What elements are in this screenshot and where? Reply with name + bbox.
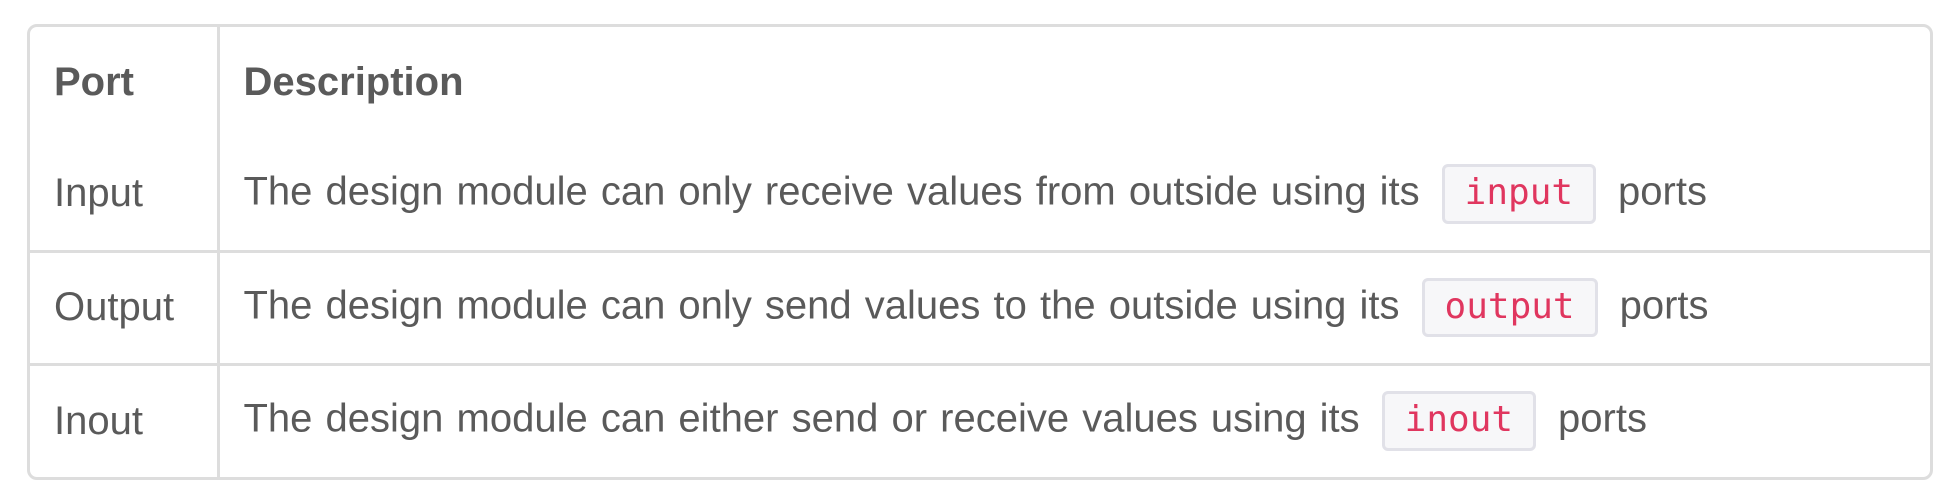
table-row: Output The design module can only send v… — [30, 249, 1930, 364]
table-header: Port Description — [30, 27, 1930, 138]
description-column-header: Description — [216, 27, 1930, 138]
description-text: The design module can only send values t… — [243, 283, 1400, 328]
inline-code: input — [1441, 163, 1597, 224]
description-text: The design module can only receive value… — [243, 169, 1420, 214]
table-body: Input The design module can only receive… — [30, 138, 1930, 477]
inline-code: output — [1421, 277, 1598, 338]
port-cell: Inout — [30, 362, 218, 477]
port-column-header: Port — [54, 60, 134, 104]
description-cell: The design module can only receive value… — [216, 138, 1930, 251]
description-text: The design module can either send or rec… — [243, 396, 1360, 441]
ports-table-container: Port Description Input The design module… — [27, 24, 1933, 480]
port-cell: Output — [30, 249, 218, 364]
description-cell: The design module can either send or rec… — [216, 362, 1930, 477]
description-suffix: ports — [1619, 283, 1709, 328]
description-suffix: ports — [1558, 396, 1647, 441]
description-suffix: ports — [1618, 169, 1707, 214]
description-cell: The design module can only send values t… — [216, 249, 1930, 364]
inline-code: inout — [1381, 391, 1537, 452]
table-row: Input The design module can only receive… — [30, 138, 1930, 251]
table-row: Inout The design module can either send … — [30, 362, 1930, 477]
port-cell: Input — [54, 171, 143, 216]
header-row: Port Description — [30, 27, 1930, 138]
ports-table: Port Description Input The design module… — [30, 27, 1930, 477]
